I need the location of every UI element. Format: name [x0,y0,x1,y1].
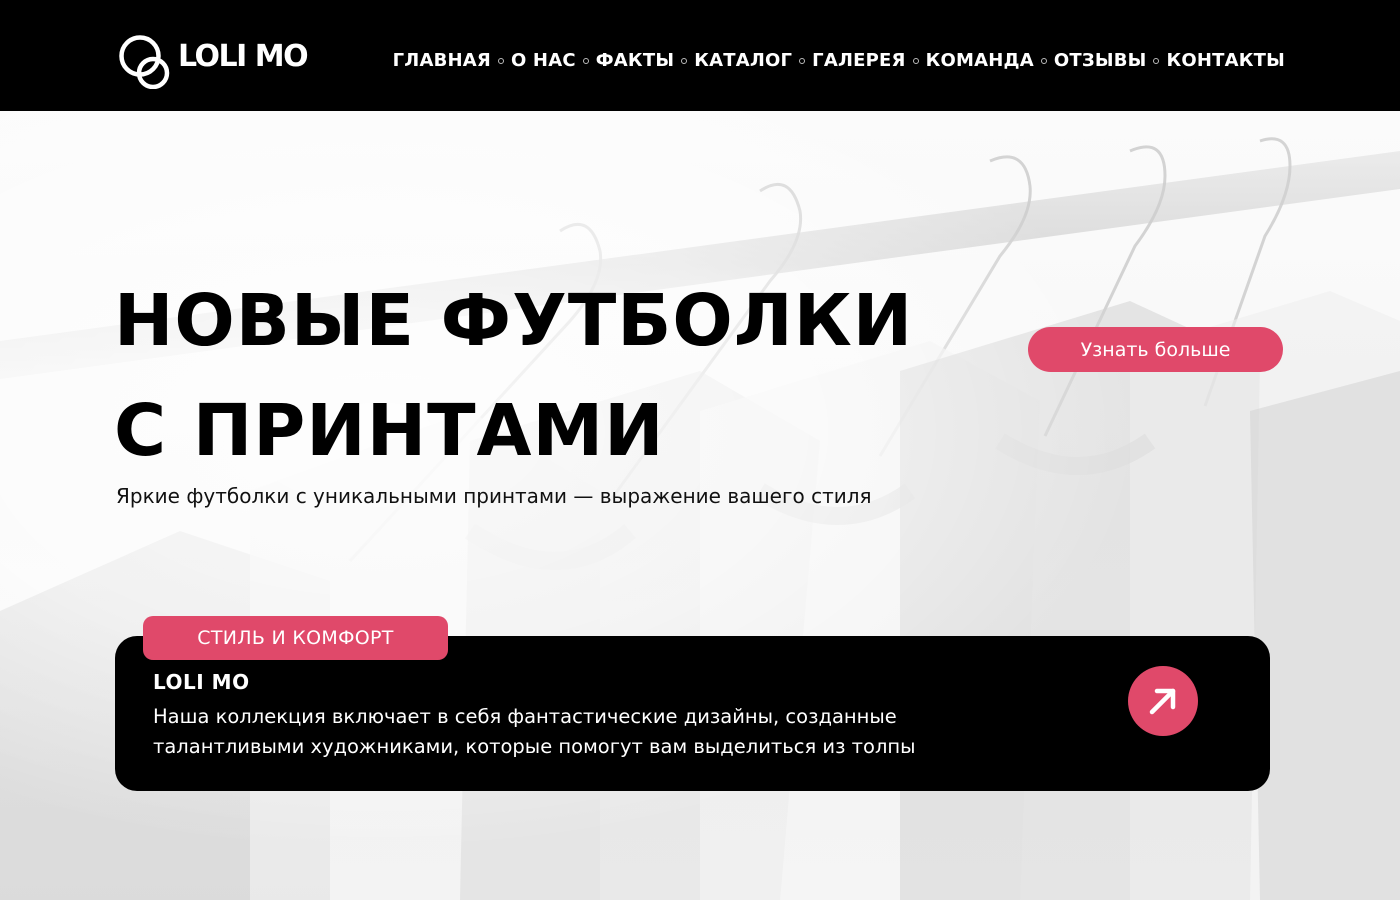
learn-more-button[interactable]: Узнать больше [1028,327,1283,372]
card-arrow-button[interactable] [1128,666,1198,736]
nav-separator-icon [799,58,806,64]
brand-name: LOLI MO [178,39,309,74]
card-description: Наша коллекция включает в себя фантастич… [153,705,916,758]
nav-separator-icon [1040,58,1047,64]
nav-item-catalog[interactable]: КАТАЛОГ [694,49,792,73]
double-ring-logo-icon [119,35,170,89]
card-title: LOLI MO [153,670,250,694]
nav-separator-icon [1153,58,1160,64]
nav-item-home[interactable]: ГЛАВНАЯ [393,49,491,73]
site-header: LOLI MO ГЛАВНАЯ О НАС ФАКТЫ КАТАЛОГ ГАЛЕ… [0,0,1400,111]
hero-title-line-1: НОВЫЕ ФУТБОЛКИ [114,279,914,362]
nav-separator-icon [912,58,919,64]
hero-title-line-2: С ПРИНТАМИ [114,389,665,472]
card-tag-badge: СТИЛЬ И КОМФОРТ [143,616,448,660]
hero-subtitle: Яркие футболки с уникальными принтами — … [116,484,872,508]
nav-item-facts[interactable]: ФАКТЫ [596,49,674,73]
nav-separator-icon [497,58,504,64]
nav-item-team[interactable]: КОМАНДА [926,49,1034,73]
arrow-up-right-icon [1149,688,1176,715]
main-nav: ГЛАВНАЯ О НАС ФАКТЫ КАТАЛОГ ГАЛЕРЕЯ КОМА… [393,49,1285,73]
nav-item-contacts[interactable]: КОНТАКТЫ [1166,49,1285,73]
nav-separator-icon [681,58,688,64]
nav-item-gallery[interactable]: ГАЛЕРЕЯ [812,49,905,73]
brand-logo[interactable]: LOLI MO [118,33,309,89]
nav-item-reviews[interactable]: ОТЗЫВЫ [1054,49,1147,73]
nav-separator-icon [582,58,589,64]
hero-title: НОВЫЕ ФУТБОЛКИ С ПРИНТАМИ [114,266,913,486]
nav-item-about[interactable]: О НАС [511,49,576,73]
